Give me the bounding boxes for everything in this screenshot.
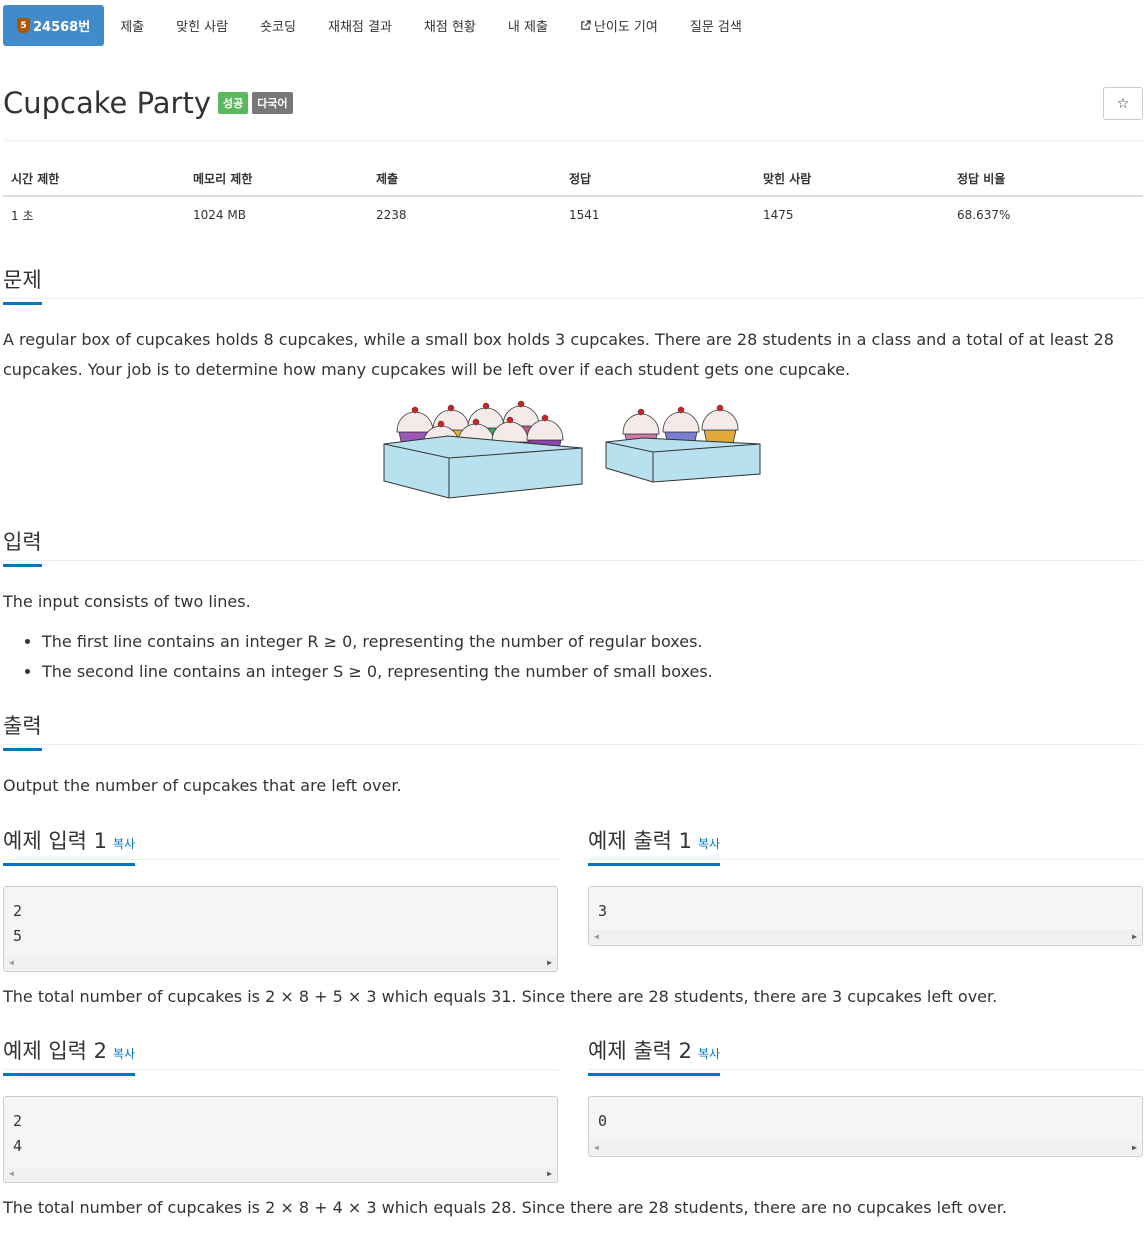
time-limit: 1 초 [11,208,34,223]
copy-button[interactable]: 복사 [113,1047,135,1061]
accept-ratio: 68.637% [957,208,1011,222]
problem-nav: 5 24568번 제출 맞힌 사람 숏코딩 재채점 결과 채점 현황 내 제출 … [3,5,758,46]
tab-submit[interactable]: 제출 [104,5,160,46]
sample-output-1[interactable]: 3 ◀ ▶ [588,886,1143,946]
sample-input-2[interactable]: 2 4 ◀ ▶ [3,1096,558,1183]
tier-bronze-icon: 5 [17,18,30,33]
code-line: 0 [598,1112,608,1130]
sample-input-1[interactable]: 2 5 ◀ ▶ [3,886,558,972]
header-time-limit: 시간 제한 [3,161,185,197]
tab-difficulty-label: 난이도 기여 [593,20,658,35]
problem-info-table: 시간 제한 메모리 제한 제출 정답 맞힌 사람 정답 비율 1 초 1024 … [3,161,1143,233]
sample-2-explanation: The total number of cupcakes is 2 × 8 + … [3,1198,1007,1217]
divider [3,859,558,860]
external-link-icon [581,20,591,30]
output-description: Output the number of cupcakes that are l… [3,776,402,795]
problem-description: A regular box of cupcakes holds 8 cupcak… [3,330,1114,379]
status-badge-multilang[interactable]: 다국어 [252,92,293,114]
code-line: 3 [598,902,608,920]
divider [3,744,1143,745]
horizontal-scrollbar[interactable]: ◀ ▶ [5,1167,556,1181]
table-header-row: 시간 제한 메모리 제한 제출 정답 맞힌 사람 정답 비율 [3,161,1143,197]
header-accepted: 정답 [561,161,755,197]
problem-title-row: Cupcake Party 성공 다국어 [3,86,293,120]
star-icon: ☆ [1116,95,1130,112]
header-memory-limit: 메모리 제한 [185,161,368,197]
tab-problem-label: 24568번 [33,20,91,35]
divider [3,560,1143,561]
favorite-button[interactable]: ☆ [1103,87,1143,120]
cupcake-boxes-image [383,400,761,499]
divider [3,140,1143,141]
tab-difficulty[interactable]: 난이도 기여 [564,5,674,46]
header-ratio: 정답 비율 [949,161,1143,197]
sample-1-explanation: The total number of cupcakes is 2 × 8 + … [3,987,998,1006]
sample-output-2[interactable]: 0 ◀ ▶ [588,1096,1143,1157]
status-badge-success: 성공 [217,92,249,114]
header-solvers: 맞힌 사람 [755,161,949,197]
tab-short-coding[interactable]: 숏코딩 [244,5,312,46]
copy-button[interactable]: 복사 [698,837,720,851]
divider [3,298,1143,299]
code-line: 2 [13,1112,23,1130]
divider [588,1069,1143,1070]
horizontal-scrollbar[interactable]: ◀ ▶ [590,1141,1141,1155]
tab-questions[interactable]: 질문 검색 [674,5,758,46]
divider [588,859,1143,860]
tab-my-submissions[interactable]: 내 제출 [492,5,564,46]
horizontal-scrollbar[interactable]: ◀ ▶ [590,930,1141,944]
solvers: 1475 [763,208,794,222]
code-line: 5 [13,927,23,945]
divider [3,1069,558,1070]
table-row: 1 초 1024 MB 2238 1541 1475 68.637% [3,196,1143,233]
copy-button[interactable]: 복사 [698,1047,720,1061]
memory-limit: 1024 MB [193,208,246,222]
copy-button[interactable]: 복사 [113,837,135,851]
accepted: 1541 [569,208,600,222]
code-line: 4 [13,1137,23,1155]
tab-solvers[interactable]: 맞힌 사람 [160,5,244,46]
input-list: The first line contains an integer R ≥ 0… [42,627,713,687]
tab-status[interactable]: 채점 현황 [408,5,492,46]
header-submissions: 제출 [368,161,561,197]
input-intro: The input consists of two lines. [3,592,251,611]
tab-problem[interactable]: 5 24568번 [3,5,105,46]
list-item: The first line contains an integer R ≥ 0… [42,627,713,657]
horizontal-scrollbar[interactable]: ◀ ▶ [5,956,556,970]
code-line: 2 [13,902,23,920]
page-title: Cupcake Party [3,86,211,120]
tab-rejudge[interactable]: 재채점 결과 [312,5,408,46]
submissions: 2238 [376,208,407,222]
list-item: The second line contains an integer S ≥ … [42,657,713,687]
